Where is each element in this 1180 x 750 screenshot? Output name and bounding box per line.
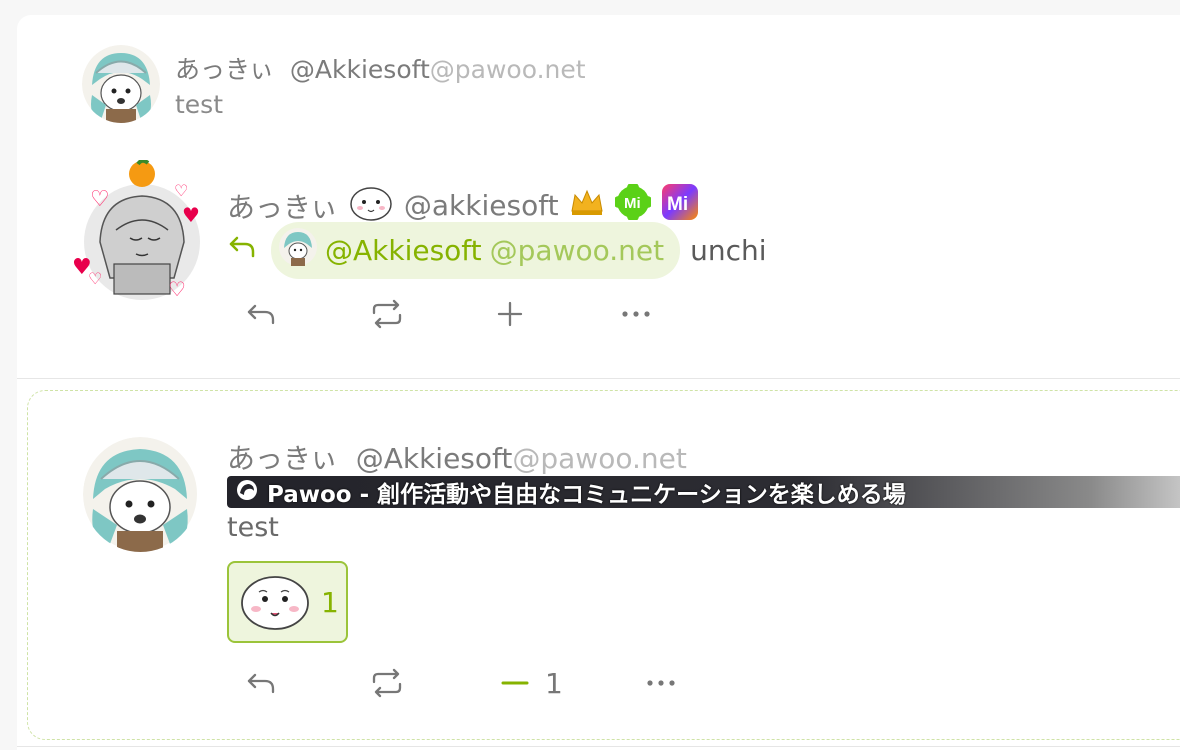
svg-text:Mi: Mi xyxy=(624,195,641,212)
reply-arrow-icon xyxy=(227,234,257,267)
crown-icon xyxy=(569,187,605,224)
divider xyxy=(17,378,1180,379)
reply-button[interactable] xyxy=(227,294,352,334)
reply-icon xyxy=(245,670,277,696)
svg-text:♡: ♡ xyxy=(168,277,186,301)
renote-icon xyxy=(370,299,404,329)
username-host[interactable]: @pawoo.net xyxy=(512,442,686,475)
focused-note-header: あっきぃ @Akkiesoft@pawoo.net xyxy=(227,437,687,477)
more-button[interactable] xyxy=(627,663,752,703)
display-name[interactable]: あっきぃ xyxy=(227,442,338,475)
note-text: test xyxy=(227,512,279,543)
svg-text:♡: ♡ xyxy=(174,181,188,200)
mochi-reaction-icon xyxy=(239,569,311,635)
username[interactable]: @Akkiesoft xyxy=(290,55,430,84)
mention-host: @pawoo.net xyxy=(489,233,665,267)
avatar[interactable] xyxy=(82,45,160,123)
mention-link[interactable]: @Akkiesoft @pawoo.net xyxy=(271,221,681,279)
renote-button[interactable] xyxy=(352,663,477,703)
more-icon xyxy=(645,678,677,688)
renote-icon xyxy=(370,668,404,698)
minus-icon xyxy=(501,678,529,688)
react-button[interactable] xyxy=(477,294,602,334)
avatar[interactable] xyxy=(83,437,198,552)
reaction-button[interactable]: 1 xyxy=(227,561,348,643)
focused-note-footer: 1 xyxy=(227,663,752,703)
reply-button[interactable] xyxy=(227,663,352,703)
username-host[interactable]: @pawoo.net xyxy=(430,55,586,84)
more-icon xyxy=(620,309,652,319)
more-button[interactable] xyxy=(602,294,727,334)
username[interactable]: @Akkiesoft xyxy=(356,442,513,475)
svg-text:♡: ♡ xyxy=(88,269,102,288)
renote-button[interactable] xyxy=(352,294,477,334)
divider xyxy=(17,746,1180,747)
svg-text:Mi: Mi xyxy=(667,194,688,215)
plus-icon xyxy=(495,299,525,329)
main-note-footer xyxy=(227,294,727,334)
username[interactable]: @akkiesoft xyxy=(404,189,559,222)
reaction-total-count: 1 xyxy=(545,666,563,700)
parent-note-header: あっきぃ @Akkiesoft@pawoo.net xyxy=(175,50,586,86)
instance-name: Pawoo - 創作活動や自由なコミュニケーションを楽しめる場 xyxy=(267,482,906,508)
svg-text:♥: ♥ xyxy=(182,203,200,227)
display-name[interactable]: あっきぃ xyxy=(175,55,274,84)
note-text: unchi xyxy=(690,233,767,267)
mention-avatar xyxy=(279,227,317,273)
pawoo-logo-icon xyxy=(235,479,259,505)
parent-note-text: test xyxy=(175,90,224,119)
reaction-count: 1 xyxy=(321,585,339,619)
reply-icon xyxy=(245,301,277,327)
mention-username: @Akkiesoft xyxy=(325,233,482,267)
instance-ticker[interactable]: Pawoo - 創作活動や自由なコミュニケーションを楽しめる場 xyxy=(227,476,1180,508)
remove-reaction-button[interactable]: 1 xyxy=(477,663,627,703)
svg-text:♡: ♡ xyxy=(90,187,110,212)
main-note-body: @Akkiesoft @pawoo.net unchi xyxy=(227,220,767,280)
avatar-with-decoration[interactable]: ♡ ♡ ♥ ♥ ♡ ♡ xyxy=(70,158,215,305)
